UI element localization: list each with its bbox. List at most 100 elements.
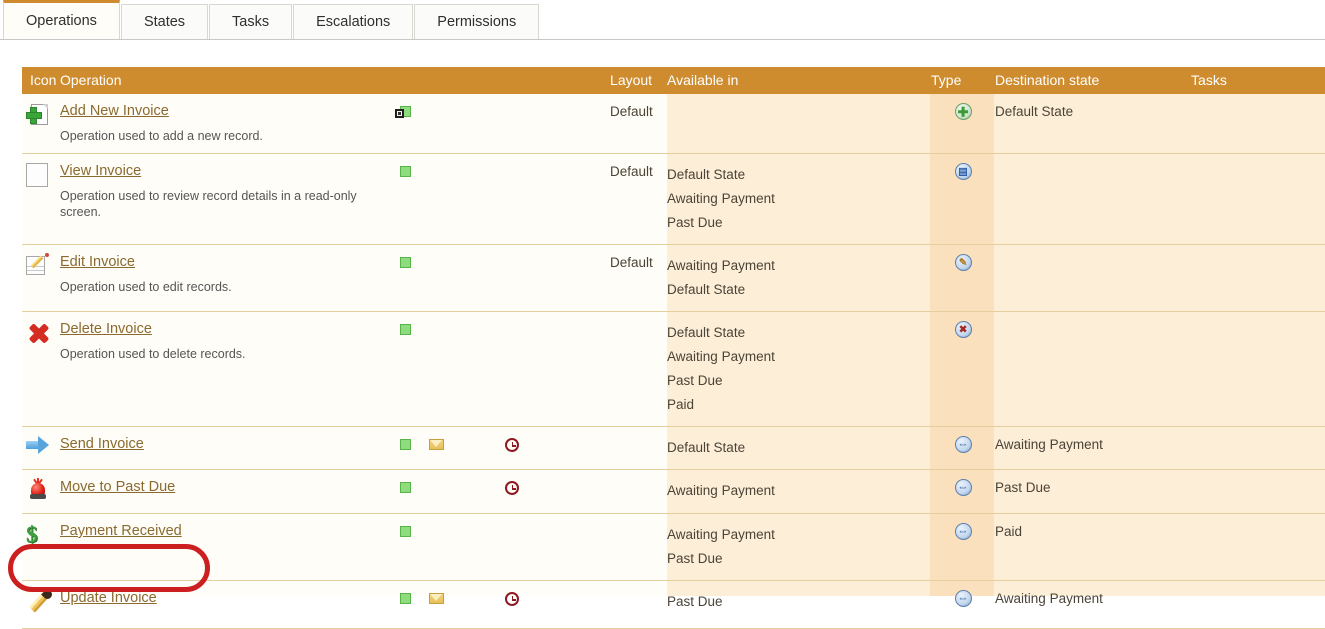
row-destination-cell: [995, 312, 1191, 427]
row-destination-cell: Default State: [995, 94, 1191, 154]
table-body: Add New Invoice Operation used to add a …: [22, 94, 1325, 629]
row-clock-cell: [505, 514, 610, 581]
row-operation-cell: Move to Past Due: [60, 470, 400, 514]
green-square-icon[interactable]: [400, 166, 411, 177]
row-type-cell: ✚: [931, 94, 995, 154]
green-square-icon[interactable]: [400, 593, 411, 604]
row-destination-cell: Awaiting Payment: [995, 581, 1191, 629]
tab-bar: Operations States Tasks Escalations Perm…: [0, 0, 1325, 40]
row-flags-cell: [400, 154, 505, 245]
row-destination-cell: Past Due: [995, 470, 1191, 514]
row-icon-cell: [22, 94, 60, 154]
view-type-icon: ▤: [955, 163, 972, 180]
table-row[interactable]: Update Invoice Past Due ⇔ Awaiting Payme…: [22, 581, 1325, 629]
tab-permissions[interactable]: Permissions: [414, 4, 539, 39]
envelope-icon[interactable]: [429, 439, 444, 450]
operation-description: Operation used to review record details …: [60, 188, 360, 220]
row-flags-cell: [400, 245, 505, 312]
row-clock-cell: [505, 470, 610, 514]
row-flags-cell: [400, 514, 505, 581]
row-destination-cell: Awaiting Payment: [995, 427, 1191, 470]
row-tasks-cell: [1191, 470, 1325, 514]
table-row[interactable]: Send Invoice Default State ⇔ Awaiting Pa…: [22, 427, 1325, 470]
green-square-icon[interactable]: [400, 439, 411, 450]
row-clock-cell: [505, 245, 610, 312]
green-square-icon[interactable]: [400, 482, 411, 493]
available-state: Past Due: [667, 369, 931, 393]
operation-link[interactable]: Add New Invoice: [60, 103, 169, 120]
row-operation-cell: Delete Invoice Operation used to delete …: [60, 312, 400, 427]
operation-description: Operation used to edit records.: [60, 279, 360, 295]
row-icon-cell: $: [22, 514, 60, 581]
header-operation: Operation: [60, 67, 610, 94]
tab-states-label: States: [144, 14, 185, 30]
row-type-cell: ⇔: [931, 470, 995, 514]
tab-tasks[interactable]: Tasks: [209, 4, 292, 39]
layout-square-badge[interactable]: [400, 104, 429, 118]
table-row[interactable]: Move to Past Due Awaiting Payment ⇔ Past…: [22, 470, 1325, 514]
operation-link[interactable]: Update Invoice: [60, 590, 157, 607]
table-row[interactable]: Edit Invoice Operation used to edit reco…: [22, 245, 1325, 312]
row-layout-cell: [610, 470, 667, 514]
destination-value: Default State: [995, 104, 1073, 119]
row-destination-cell: [995, 245, 1191, 312]
tab-permissions-label: Permissions: [437, 14, 516, 30]
row-clock-cell: [505, 581, 610, 629]
table-row[interactable]: Add New Invoice Operation used to add a …: [22, 94, 1325, 154]
row-tasks-cell: [1191, 514, 1325, 581]
operation-link[interactable]: Payment Received: [60, 523, 182, 540]
operations-table: Icon Operation Layout Available in Type …: [22, 67, 1325, 629]
row-type-cell: ▤: [931, 154, 995, 245]
clock-icon[interactable]: [505, 481, 519, 495]
layout-value: Default: [610, 104, 653, 119]
row-tasks-cell: [1191, 581, 1325, 629]
operation-link[interactable]: Move to Past Due: [60, 479, 175, 496]
tab-escalations[interactable]: Escalations: [293, 4, 413, 39]
clock-icon[interactable]: [505, 438, 519, 452]
row-layout-cell: [610, 427, 667, 470]
available-state: Default State: [667, 436, 931, 460]
row-type-cell: ✖: [931, 312, 995, 427]
row-type-cell: ⇔: [931, 581, 995, 629]
row-operation-cell: Payment Received: [60, 514, 400, 581]
operation-link[interactable]: Edit Invoice: [60, 254, 135, 271]
default-marker-icon: [395, 109, 404, 118]
row-tasks-cell: [1191, 245, 1325, 312]
operation-link[interactable]: View Invoice: [60, 163, 141, 180]
header-layout: Layout: [610, 67, 667, 94]
destination-value: Awaiting Payment: [995, 591, 1103, 606]
tab-states[interactable]: States: [121, 4, 208, 39]
envelope-icon[interactable]: [429, 593, 444, 604]
green-square-icon[interactable]: [400, 526, 411, 537]
row-type-cell: ⇔: [931, 427, 995, 470]
destination-value: Awaiting Payment: [995, 437, 1103, 452]
green-square-icon[interactable]: [400, 257, 411, 268]
operation-description: Operation used to delete records.: [60, 346, 360, 362]
clock-icon[interactable]: [505, 592, 519, 606]
row-available-cell: [667, 94, 931, 154]
header-type: Type: [931, 67, 995, 94]
siren-icon: [26, 479, 50, 501]
tab-operations[interactable]: Operations: [3, 0, 120, 39]
table-row[interactable]: Delete Invoice Operation used to delete …: [22, 312, 1325, 427]
header-icon: Icon: [22, 67, 60, 94]
table-row[interactable]: View Invoice Operation used to review re…: [22, 154, 1325, 245]
tab-tasks-label: Tasks: [232, 14, 269, 30]
row-icon-cell: [22, 154, 60, 245]
tab-escalations-label: Escalations: [316, 14, 390, 30]
destination-value: Past Due: [995, 480, 1051, 495]
table-row[interactable]: $ Payment Received Awaiting Payment Past…: [22, 514, 1325, 581]
row-operation-cell: Send Invoice: [60, 427, 400, 470]
available-state: Default State: [667, 278, 931, 302]
row-available-cell: Awaiting Payment Default State: [667, 245, 931, 312]
row-layout-cell: [610, 581, 667, 629]
row-available-cell: Awaiting Payment: [667, 470, 931, 514]
available-state: Awaiting Payment: [667, 479, 931, 503]
row-icon-cell: [22, 427, 60, 470]
transition-type-icon: ⇔: [955, 590, 972, 607]
operation-link[interactable]: Send Invoice: [60, 436, 144, 453]
row-available-cell: Past Due: [667, 581, 931, 629]
green-square-icon[interactable]: [400, 324, 411, 335]
operation-link[interactable]: Delete Invoice: [60, 321, 152, 338]
row-tasks-cell: [1191, 312, 1325, 427]
